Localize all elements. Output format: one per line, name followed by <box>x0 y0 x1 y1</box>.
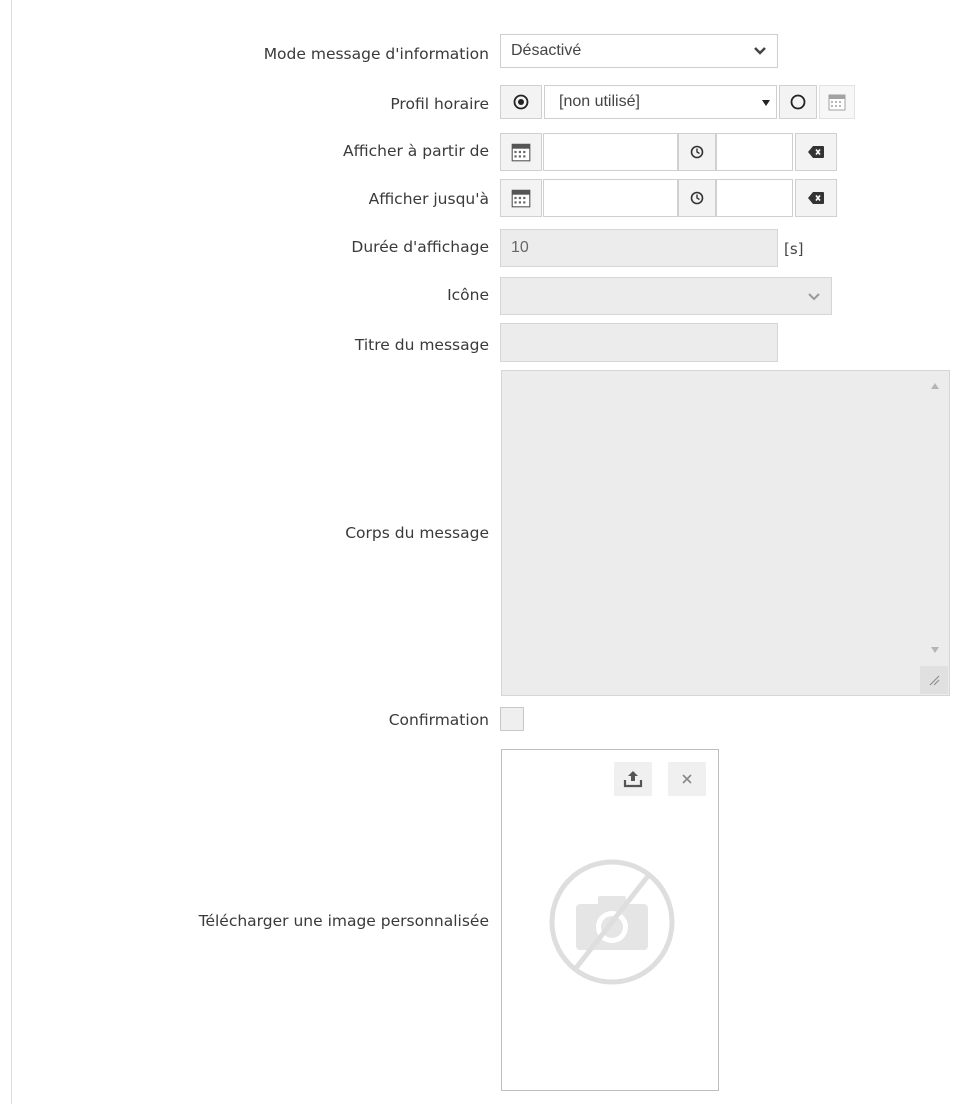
body-textarea[interactable] <box>501 370 950 696</box>
from-clear-button[interactable] <box>795 133 837 171</box>
mode-select[interactable]: Désactivé <box>500 34 778 68</box>
resize-handle-icon[interactable] <box>920 666 948 694</box>
backspace-clear-icon <box>808 192 824 204</box>
from-time-button[interactable] <box>678 133 716 171</box>
radio-empty-icon <box>790 94 806 110</box>
duration-unit: [s] <box>784 240 804 258</box>
icon-label: Icône <box>447 286 489 304</box>
no-camera-icon <box>548 858 676 986</box>
duration-value: 10 <box>511 239 529 256</box>
chevron-down-icon <box>807 292 821 302</box>
chevron-down-icon <box>753 46 767 56</box>
profile-radio-selected[interactable] <box>500 85 542 119</box>
from-date-input[interactable] <box>543 133 678 171</box>
confirmation-checkbox[interactable] <box>500 707 524 731</box>
profile-calendar-button[interactable] <box>819 85 855 119</box>
caret-down-icon <box>762 100 770 106</box>
confirmation-label: Confirmation <box>388 711 489 729</box>
scroll-down-icon[interactable] <box>931 647 939 653</box>
calendar-icon <box>511 143 531 162</box>
icon-select[interactable] <box>500 277 832 315</box>
until-time-input[interactable] <box>716 179 793 217</box>
from-label: Afficher à partir de <box>343 142 489 160</box>
until-calendar-button[interactable] <box>500 179 542 217</box>
title-label: Titre du message <box>354 336 489 354</box>
from-calendar-button[interactable] <box>500 133 542 171</box>
profile-value: [non utilisé] <box>559 93 640 110</box>
duration-label: Durée d'affichage <box>351 238 489 256</box>
until-label: Afficher jusqu'à <box>368 190 489 208</box>
clock-icon <box>690 191 704 205</box>
from-time-input[interactable] <box>716 133 793 171</box>
profile-radio-unselected[interactable] <box>779 85 817 119</box>
image-label: Télécharger une image personnalisée <box>198 912 489 930</box>
backspace-clear-icon <box>808 146 824 158</box>
until-date-input[interactable] <box>543 179 678 217</box>
calendar-icon <box>511 189 531 208</box>
remove-image-button[interactable] <box>668 762 706 796</box>
profile-label: Profil horaire <box>390 95 489 113</box>
mode-label: Mode message d'information <box>263 45 489 63</box>
clock-icon <box>690 145 704 159</box>
mode-value: Désactivé <box>511 42 582 59</box>
until-clear-button[interactable] <box>795 179 837 217</box>
page-divider <box>11 0 12 1104</box>
scroll-up-icon[interactable] <box>931 383 939 389</box>
profile-select[interactable]: [non utilisé] <box>544 85 777 119</box>
body-label: Corps du message <box>345 524 489 542</box>
upload-button[interactable] <box>614 762 652 796</box>
duration-input[interactable]: 10 <box>500 229 778 267</box>
radio-selected-icon <box>513 94 529 110</box>
close-icon <box>682 774 692 784</box>
calendar-icon <box>828 94 846 111</box>
title-input[interactable] <box>500 323 778 362</box>
upload-icon <box>623 771 643 788</box>
image-upload-panel <box>501 749 719 1091</box>
until-time-button[interactable] <box>678 179 716 217</box>
